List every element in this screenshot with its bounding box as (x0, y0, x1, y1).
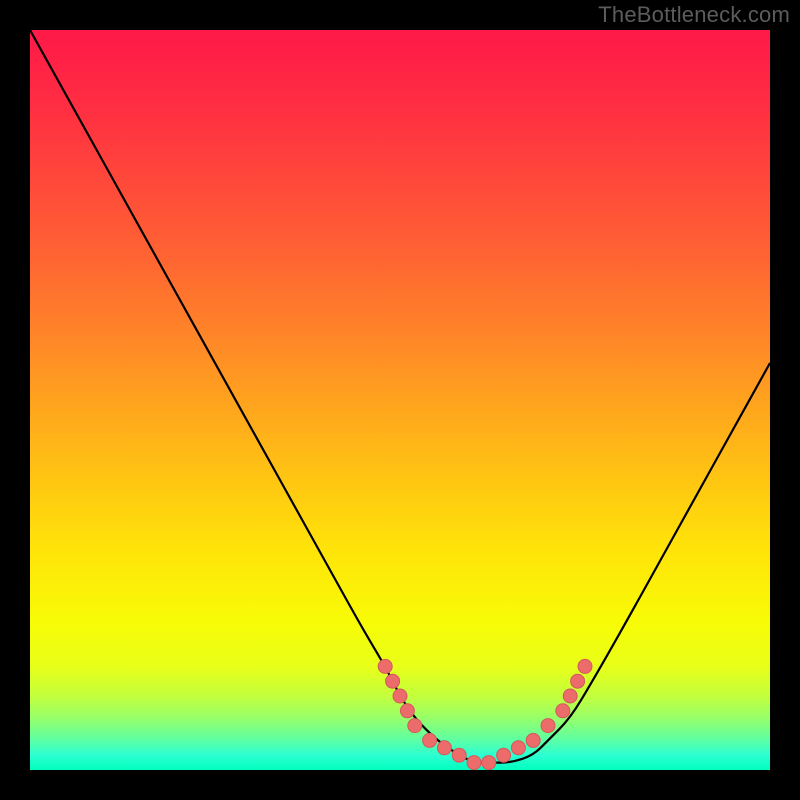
attribution-text: TheBottleneck.com (598, 2, 790, 28)
curve-marker (511, 741, 525, 755)
curve-marker (571, 674, 585, 688)
curve-marker (393, 689, 407, 703)
curve-marker (563, 689, 577, 703)
gradient-background (30, 30, 770, 770)
curve-marker (437, 741, 451, 755)
curve-marker (400, 704, 414, 718)
curve-marker (452, 748, 466, 762)
curve-marker (526, 733, 540, 747)
plot-area (30, 30, 770, 770)
curve-marker (482, 756, 496, 770)
curve-marker (497, 748, 511, 762)
curve-marker (408, 719, 422, 733)
curve-marker (467, 756, 481, 770)
curve-marker (378, 659, 392, 673)
curve-marker (578, 659, 592, 673)
chart-container: TheBottleneck.com (0, 0, 800, 800)
chart-svg (30, 30, 770, 770)
curve-marker (423, 733, 437, 747)
curve-marker (386, 674, 400, 688)
curve-marker (556, 704, 570, 718)
curve-marker (541, 719, 555, 733)
